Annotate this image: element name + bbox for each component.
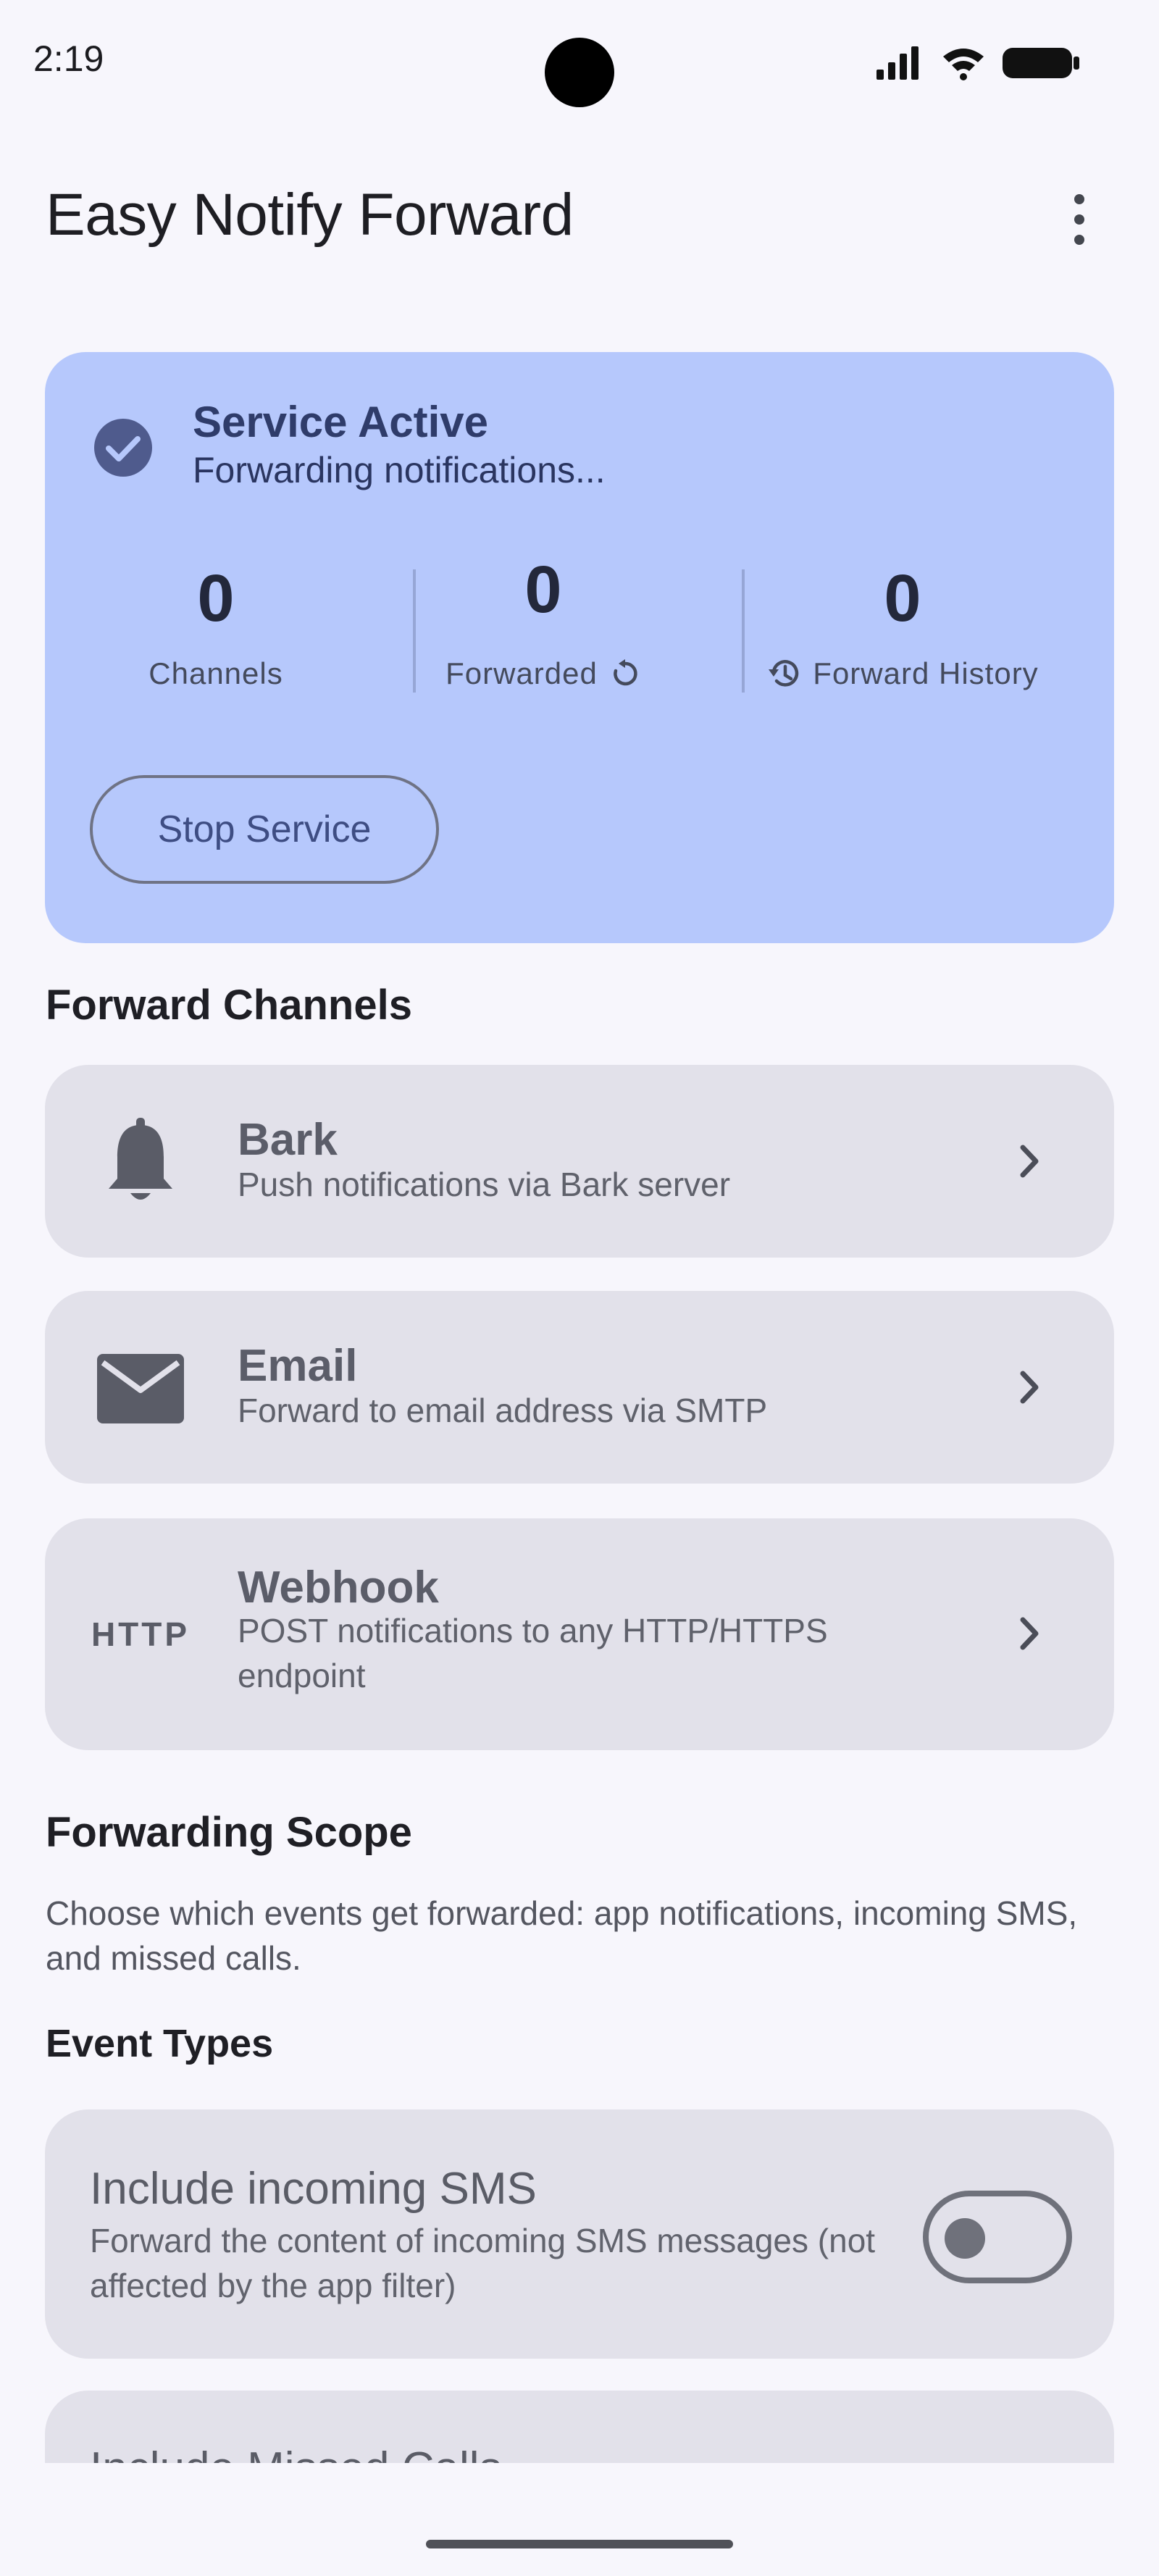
sms-toggle-title: Include incoming SMS [90,2164,537,2214]
status-time: 2:19 [33,38,104,79]
channel-name: Email [238,1341,358,1391]
mail-icon [91,1349,190,1429]
forwarding-scope-description: Choose which events get forwarded: app n… [46,1894,1078,1977]
stat-channels: 0 Channels [57,561,375,690]
channel-name: Webhook [238,1563,439,1613]
sms-toggle-description: Forward the content of incoming SMS mess… [90,2222,876,2304]
status-bar: 2:19 [0,0,1159,123]
bell-icon [91,1116,190,1210]
service-status-subtitle: Forwarding notifications... [193,450,606,490]
channel-description: POST notifications to any HTTP/HTTPS end… [238,1612,828,1694]
sms-toggle-switch[interactable] [923,2191,1072,2283]
check-circle-icon [94,419,152,477]
app-title: Easy Notify Forward [46,182,574,248]
channel-name: Bark [238,1115,338,1165]
stat-value: 0 [524,553,562,627]
http-icon: HTTP [91,1615,191,1653]
channel-card-bark[interactable]: Bark Push notifications via Bark server [45,1065,1114,1258]
stop-service-button[interactable]: Stop Service [90,775,439,884]
scroll-clip: Include Missed Calls [0,2391,1159,2463]
missed-calls-toggle-title: Include Missed Calls [90,2443,502,2463]
channel-description: Forward to email address via SMTP [238,1392,768,1429]
wifi-icon [943,49,984,80]
stat-label: Forwarded [384,656,703,691]
stat-value: 0 [197,561,235,635]
navigation-bar [0,2463,1159,2576]
channel-description: Push notifications via Bark server [238,1166,731,1203]
stat-forward-history[interactable]: 0 Forward History [714,561,1091,690]
event-types-header: Event Types [46,2022,274,2065]
toggle-knob [945,2218,985,2259]
service-status-title: Service Active [193,398,489,446]
chevron-right-icon [1020,1371,1039,1404]
missed-calls-toggle-card[interactable]: Include Missed Calls [45,2391,1114,2463]
signal-icon [876,46,919,80]
front-camera [545,38,614,107]
battery-icon [1003,48,1079,78]
reset-icon[interactable] [609,658,641,690]
home-indicator[interactable] [426,2540,733,2548]
overflow-menu-icon[interactable] [1058,187,1101,252]
status-icons [875,45,1081,81]
stat-value: 0 [884,561,921,635]
channel-card-webhook[interactable]: HTTP Webhook POST notifications to any H… [45,1518,1114,1750]
sms-toggle-card[interactable]: Include incoming SMS Forward the content… [45,2109,1114,2359]
chevron-right-icon [1020,1617,1039,1650]
forwarding-scope-header: Forwarding Scope [46,1809,412,1856]
stat-forwarded[interactable]: 0 Forwarded [384,553,703,690]
chevron-right-icon [1020,1145,1039,1178]
channel-card-email[interactable]: Email Forward to email address via SMTP [45,1291,1114,1484]
stat-label: Forward History [714,656,1091,691]
stat-label: Channels [148,656,283,690]
forward-channels-header: Forward Channels [46,982,412,1029]
history-icon [769,660,799,687]
service-status-card: Service Active Forwarding notifications.… [45,352,1114,943]
